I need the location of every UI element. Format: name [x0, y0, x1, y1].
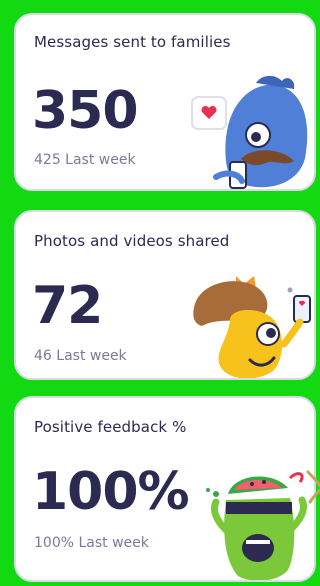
- card-label: Messages sent to families: [34, 33, 231, 51]
- positive-feedback-card[interactable]: Positive feedback % 100% 100% Last week: [14, 396, 316, 582]
- card-label: Positive feedback %: [34, 418, 187, 436]
- photos-videos-card[interactable]: Photos and videos shared 72 46 Last week: [14, 210, 316, 380]
- orange-bun-monster-icon: [193, 276, 311, 378]
- card-label: Photos and videos shared: [34, 232, 230, 250]
- card-value: 100%: [32, 462, 190, 522]
- partial-mascot-edge-icon: [306, 470, 320, 504]
- green-watermelon-monster-icon: [206, 472, 308, 580]
- messages-sent-card[interactable]: Messages sent to families 350 425 Last w…: [14, 13, 316, 191]
- card-value: 72: [32, 276, 103, 336]
- card-value: 350: [32, 81, 139, 141]
- card-last-week: 100% Last week: [34, 535, 149, 551]
- card-last-week: 46 Last week: [34, 348, 127, 364]
- card-last-week: 425 Last week: [34, 152, 136, 168]
- blue-bird-monster-icon: [191, 75, 308, 189]
